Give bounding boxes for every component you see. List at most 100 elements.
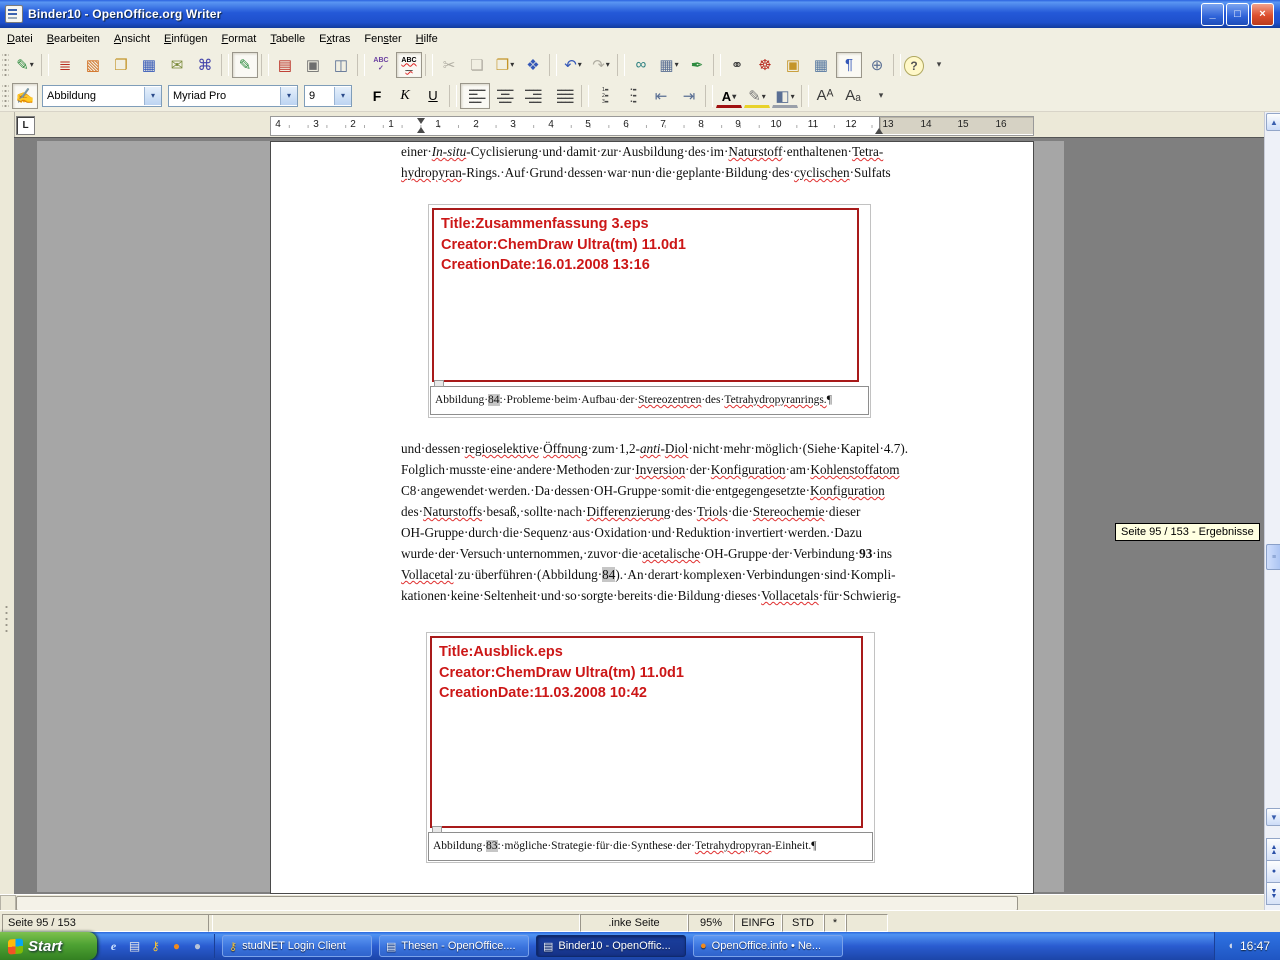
text-line[interactable]: und·dessen·regioselektive·Öffnung·zum·1,… <box>401 441 931 462</box>
notes-quicklaunch-icon[interactable]: ▤ <box>126 938 143 955</box>
hyperlink-button[interactable]: ∞ <box>628 52 654 78</box>
figure-caption-band[interactable]: Abbildung·84:·Probleme·beim·Aufbau·der·S… <box>430 386 869 415</box>
combo-dropdown-icon[interactable]: ▾ <box>144 87 161 105</box>
numbered-list-button[interactable]: 1▬ 2▬ 3▬ <box>592 83 618 109</box>
align-left-button[interactable]: ▬▬▬▬ ▬▬ ▬▬▬▬ ▬▬▬ <box>460 83 490 109</box>
status-cell[interactable]: EINFG <box>734 914 782 932</box>
horizontal-ruler[interactable]: 432112345678910111213141516 <box>270 116 1034 136</box>
text-line[interactable]: OH-Gruppe·durch·die·Sequenz·aus·Oxidatio… <box>401 525 931 546</box>
print-button[interactable]: ▣ <box>300 52 326 78</box>
menu-format[interactable]: Format <box>214 30 263 48</box>
text-line[interactable]: C8·angewendet·werden.·Da·dessen·OH-Grupp… <box>401 483 931 504</box>
dropdown-arrow-icon[interactable]: ▾ <box>762 92 766 101</box>
increase-font-button[interactable]: Aᴬ <box>812 83 838 109</box>
text-line[interactable]: einer·In-situ-Cyclisierung·und·damit·zur… <box>401 144 931 165</box>
taskbar-button-binder10[interactable]: ▤Binder10 - OpenOffic... <box>536 935 686 957</box>
bullet-list-button[interactable]: •▬ •▬ •▬ <box>620 83 646 109</box>
spellcheck-button[interactable]: ABC ✓ <box>368 52 394 78</box>
text-line[interactable]: des·Naturstoffs·besaß,·sollte·nach·Diffe… <box>401 504 931 525</box>
status-cell[interactable]: * <box>824 914 846 932</box>
zoom-button[interactable]: ⊕ <box>864 52 890 78</box>
font-size-combo[interactable]: 9 ▾ <box>304 85 352 107</box>
dropdown-arrow-icon[interactable]: ▾ <box>732 92 736 101</box>
align-justify-button[interactable]: ▬▬▬▬ ▬▬▬▬ ▬▬▬▬ ▬▬▬▬ <box>552 83 578 109</box>
help-button[interactable]: ? <box>904 56 924 76</box>
toolbar-grip[interactable] <box>2 54 9 76</box>
menu-extras[interactable]: Extras <box>312 30 357 48</box>
app-quicklaunch-icon[interactable]: ● <box>189 938 206 955</box>
menu-bearbeiten[interactable]: Bearbeiten <box>40 30 107 48</box>
ie-quicklaunch-icon[interactable]: e <box>105 938 122 955</box>
eps-placeholder-84[interactable]: Title:Zusammenfassung 3.epsCreator:ChemD… <box>432 208 859 382</box>
data-sources-button[interactable]: ▦ <box>808 52 834 78</box>
close-button[interactable]: × <box>1251 3 1274 26</box>
previous-page-button[interactable]: ▲ ▲ <box>1266 838 1280 861</box>
insert-table-button[interactable]: ▦▾ <box>656 52 682 78</box>
dropdown-arrow-icon[interactable]: ▾ <box>510 60 514 69</box>
font-color-button[interactable]: A▾ <box>716 86 742 108</box>
gallery-button[interactable]: ▣ <box>780 52 806 78</box>
text-line[interactable]: wurde·der·Versuch·unternommen,·zuvor·die… <box>401 546 931 567</box>
text-line[interactable]: hydropyran-Rings.·Auf·Grund·dessen·war·n… <box>401 165 931 186</box>
dropdown-arrow-icon[interactable]: ▾ <box>606 60 610 69</box>
status-cell[interactable] <box>846 914 888 932</box>
dropdown-arrow-icon[interactable]: ▾ <box>675 60 679 69</box>
start-button[interactable]: Start <box>0 932 97 960</box>
decrease-indent-button[interactable]: ⇤ <box>648 83 674 109</box>
align-center-button[interactable]: ▬▬▬▬ ▬▬ ▬▬▬▬ ▬▬▬ <box>492 83 518 109</box>
page-preview-button[interactable]: ◫ <box>328 52 354 78</box>
find-replace-button[interactable]: ⚭ <box>724 52 750 78</box>
figure-caption-84[interactable]: Abbildung·84:·Probleme·beim·Aufbau·der·S… <box>435 394 832 406</box>
navigator-button[interactable]: ☸ <box>752 52 778 78</box>
highlighting-button[interactable]: ✎▾ <box>744 86 770 108</box>
tab-stop-selector[interactable]: L <box>16 116 35 135</box>
styles-window-button[interactable]: ✍ <box>12 83 38 109</box>
status-cell[interactable]: 95% <box>688 914 734 932</box>
background-color-button[interactable]: ◧▾ <box>772 86 798 108</box>
firefox-quicklaunch-icon[interactable]: ● <box>168 938 185 955</box>
figure-caption-band[interactable]: Abbildung·83:·mögliche·Strategie·für·die… <box>428 832 873 861</box>
right-margin-marker[interactable] <box>875 128 883 134</box>
figure-frame-84[interactable]: Title:Zusammenfassung 3.epsCreator:ChemD… <box>428 204 871 418</box>
decrease-font-button[interactable]: Aₐ <box>840 83 866 109</box>
document-template-button[interactable]: ≣ <box>52 52 78 78</box>
horizontal-scrollbar-thumb[interactable] <box>16 896 1018 911</box>
dropdown-arrow-icon[interactable]: ▾ <box>578 60 582 69</box>
text-line[interactable]: Folglich·musste·eine·andere·Methoden·zur… <box>401 462 931 483</box>
increase-indent-button[interactable]: ⇥ <box>676 83 702 109</box>
italic-button[interactable]: K <box>392 83 418 109</box>
next-page-button[interactable]: ▼ ▼ <box>1266 882 1280 905</box>
formatting-marks-button[interactable]: ¶ <box>836 52 862 78</box>
cut-button[interactable]: ✂ <box>436 52 462 78</box>
status-cell[interactable]: Seite 95 / 153 <box>2 914 213 932</box>
text-line[interactable]: kationen·keine·Seltenheit·und·so·sorgte·… <box>401 588 931 609</box>
combo-dropdown-icon[interactable]: ▾ <box>334 87 351 105</box>
export-pdf-button[interactable]: ▤ <box>272 52 298 78</box>
align-right-button[interactable]: ▬▬▬▬ ▬▬ ▬▬▬▬ ▬▬▬ <box>520 83 550 109</box>
undo-button[interactable]: ↶▾ <box>560 52 586 78</box>
menu-tabelle[interactable]: Tabelle <box>263 30 312 48</box>
menu-datei[interactable]: Datei <box>0 30 40 48</box>
maximize-button[interactable]: □ <box>1226 3 1249 26</box>
open-button[interactable]: ❐ <box>108 52 134 78</box>
scroll-up-button[interactable]: ▲ <box>1266 113 1280 131</box>
taskbar-clock[interactable]: 16:47 <box>1240 939 1270 953</box>
taskbar-button-openoffice-info[interactable]: ●OpenOffice.info • Ne... <box>693 935 843 957</box>
status-cell[interactable]: .inke Seite <box>580 914 688 932</box>
paste-button[interactable]: ❐▾ <box>492 52 518 78</box>
menu-hilfe[interactable]: Hilfe <box>409 30 445 48</box>
key-quicklaunch-icon[interactable]: ⚷ <box>147 938 164 955</box>
toolbar-grip[interactable] <box>2 85 9 107</box>
toolbar-more-button[interactable]: ▾ <box>926 51 952 77</box>
status-cell[interactable]: STD <box>782 914 824 932</box>
font-name-combo[interactable]: Myriad Pro ▾ <box>168 85 298 107</box>
menu-fenster[interactable]: Fenster <box>357 30 408 48</box>
draw-functions-button[interactable]: ✒ <box>684 52 710 78</box>
autotext-button[interactable]: ⌘ <box>192 52 218 78</box>
insert-picture-button[interactable]: ▧ <box>80 52 106 78</box>
status-cell[interactable] <box>208 914 580 932</box>
vertical-scrollbar-thumb[interactable]: ≡ <box>1266 544 1280 570</box>
underline-button[interactable]: U <box>420 83 446 109</box>
figure-frame-83[interactable]: Title:Ausblick.epsCreator:ChemDraw Ultra… <box>426 632 875 863</box>
email-button[interactable]: ✉ <box>164 52 190 78</box>
